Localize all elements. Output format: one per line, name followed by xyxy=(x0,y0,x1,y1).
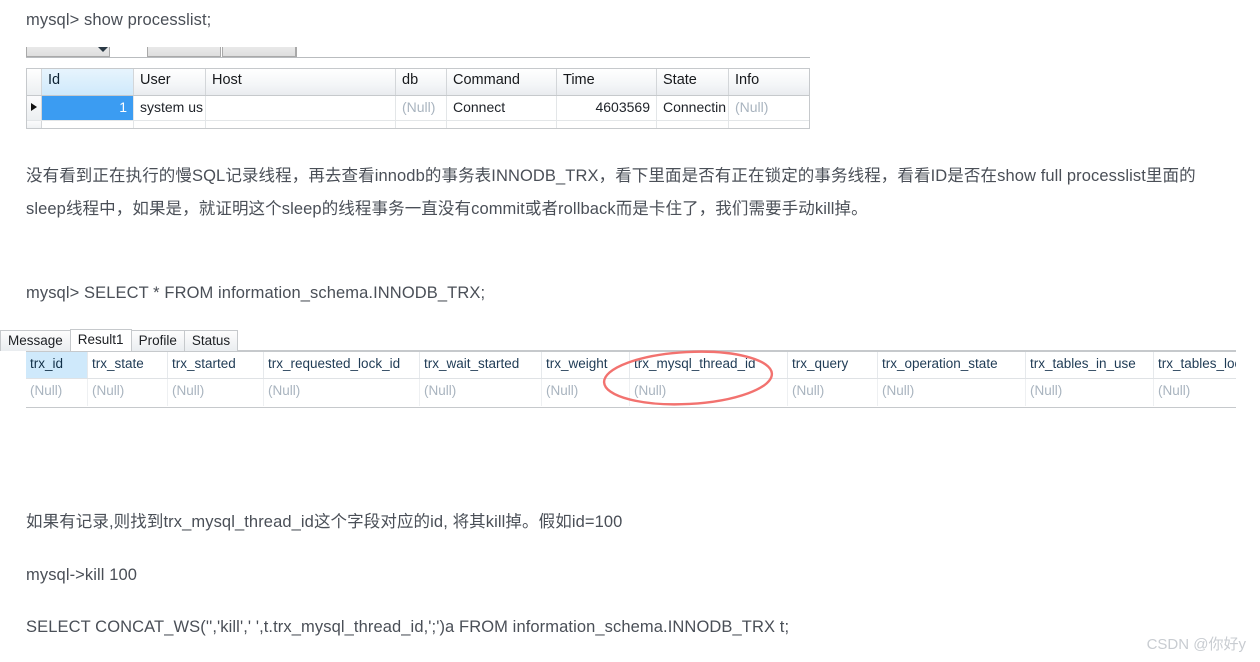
innodb-trx-result-panel: Message Result1 Profile Status trx_id tr… xyxy=(0,329,1236,410)
column-header-trx-query[interactable]: trx_query xyxy=(788,352,878,378)
cell-id[interactable]: 1 xyxy=(42,96,134,120)
column-header-trx-state[interactable]: trx_state xyxy=(88,352,168,378)
cell-trx-wait-started[interactable]: (Null) xyxy=(420,379,542,406)
processlist-result-grid[interactable]: Id User Host db Command Time State Info … xyxy=(26,68,810,129)
toolbar-rule xyxy=(26,57,810,58)
column-header-trx-started[interactable]: trx_started xyxy=(168,352,264,378)
cell-host[interactable] xyxy=(206,96,396,120)
cell-time[interactable]: 4603569 xyxy=(557,96,657,120)
cell-user[interactable]: system us xyxy=(134,96,206,120)
column-header-info[interactable]: Info xyxy=(729,69,809,95)
cell-trx-weight[interactable]: (Null) xyxy=(542,379,630,406)
cell-trx-operation-state[interactable]: (Null) xyxy=(878,379,1026,406)
csdn-watermark: CSDN @你好y xyxy=(1146,636,1246,653)
processlist-header-row: Id User Host db Command Time State Info xyxy=(27,69,809,96)
column-header-user[interactable]: User xyxy=(134,69,206,95)
page-root: mysql> show processlist; Id User Host db… xyxy=(0,0,1260,662)
cell-trx-tables-in-use[interactable]: (Null) xyxy=(1026,379,1154,406)
code-line-select-innodb-trx: mysql> SELECT * FROM information_schema.… xyxy=(26,284,486,302)
column-header-command[interactable]: Command xyxy=(447,69,557,95)
result-tabs: Message Result1 Profile Status xyxy=(0,329,1236,352)
column-header-time[interactable]: Time xyxy=(557,69,657,95)
cell-time[interactable] xyxy=(557,121,657,128)
column-header-state[interactable]: State xyxy=(657,69,729,95)
innodb-trx-header-row: trx_id trx_state trx_started trx_request… xyxy=(26,352,1236,379)
innodb-trx-grid[interactable]: trx_id trx_state trx_started trx_request… xyxy=(26,352,1236,408)
column-header-host[interactable]: Host xyxy=(206,69,396,95)
column-header-trx-wait-started[interactable]: trx_wait_started xyxy=(420,352,542,378)
cell-info[interactable]: (Null) xyxy=(729,96,809,120)
tabs-filler xyxy=(237,329,1236,351)
toolbar-button-3[interactable] xyxy=(222,47,296,57)
cell-id[interactable] xyxy=(42,121,134,128)
toolbar-button-2[interactable] xyxy=(147,47,221,57)
column-header-trx-requested-lock-id[interactable]: trx_requested_lock_id xyxy=(264,352,420,378)
cell-info[interactable] xyxy=(729,121,809,128)
cell-host[interactable] xyxy=(206,121,396,128)
cell-trx-started[interactable]: (Null) xyxy=(168,379,264,406)
table-row[interactable] xyxy=(27,121,809,128)
tab-status[interactable]: Status xyxy=(183,330,239,351)
explanation-paragraph: 没有看到正在执行的慢SQL记录线程，再去查看innodb的事务表INNODB_T… xyxy=(26,167,1196,218)
code-line-show-processlist: mysql> show processlist; xyxy=(26,11,212,29)
cell-trx-requested-lock-id[interactable]: (Null) xyxy=(264,379,420,406)
column-header-trx-weight[interactable]: trx_weight xyxy=(542,352,630,378)
code-line-concat-ws: SELECT CONCAT_WS('','kill',' ',t.trx_mys… xyxy=(26,618,790,636)
cell-user[interactable] xyxy=(134,121,206,128)
toolbar-separator xyxy=(296,47,297,57)
column-header-id[interactable]: Id xyxy=(42,69,134,95)
table-row[interactable]: (Null) (Null) (Null) (Null) (Null) (Null… xyxy=(26,379,1236,406)
row-indicator xyxy=(27,121,42,128)
column-header-db[interactable]: db xyxy=(396,69,447,95)
cell-trx-mysql-thread-id[interactable]: (Null) xyxy=(630,379,788,406)
cell-trx-state[interactable]: (Null) xyxy=(88,379,168,406)
note-line-find-thread-id: 如果有记录,则找到trx_mysql_thread_id这个字段对应的id, 将… xyxy=(26,513,623,531)
column-header-trx-mysql-thread-id[interactable]: trx_mysql_thread_id xyxy=(630,352,788,378)
tab-message[interactable]: Message xyxy=(0,330,71,351)
cell-state[interactable] xyxy=(657,121,729,128)
cell-state[interactable]: Connectin xyxy=(657,96,729,120)
column-header-trx-tables-locked[interactable]: trx_tables_locke xyxy=(1154,352,1236,378)
cell-trx-id[interactable]: (Null) xyxy=(26,379,88,406)
column-header-trx-operation-state[interactable]: trx_operation_state xyxy=(878,352,1026,378)
column-header-trx-tables-in-use[interactable]: trx_tables_in_use xyxy=(1026,352,1154,378)
current-row-indicator xyxy=(27,96,42,120)
cell-command[interactable]: Connect xyxy=(447,96,557,120)
tab-result1[interactable]: Result1 xyxy=(69,329,132,351)
cell-trx-query[interactable]: (Null) xyxy=(788,379,878,406)
result-grid-toolbar-fragment xyxy=(26,47,810,68)
row-header-corner xyxy=(27,69,42,95)
cell-trx-tables-locked[interactable]: (Null) xyxy=(1154,379,1236,406)
chevron-down-icon xyxy=(98,47,108,52)
cell-db[interactable] xyxy=(396,121,447,128)
table-row[interactable]: 1 system us (Null) Connect 4603569 Conne… xyxy=(27,96,809,121)
cell-db[interactable]: (Null) xyxy=(396,96,447,120)
code-line-kill: mysql->kill 100 xyxy=(26,566,138,584)
cell-command[interactable] xyxy=(447,121,557,128)
column-header-trx-id[interactable]: trx_id xyxy=(26,352,88,378)
tab-profile[interactable]: Profile xyxy=(130,330,185,351)
